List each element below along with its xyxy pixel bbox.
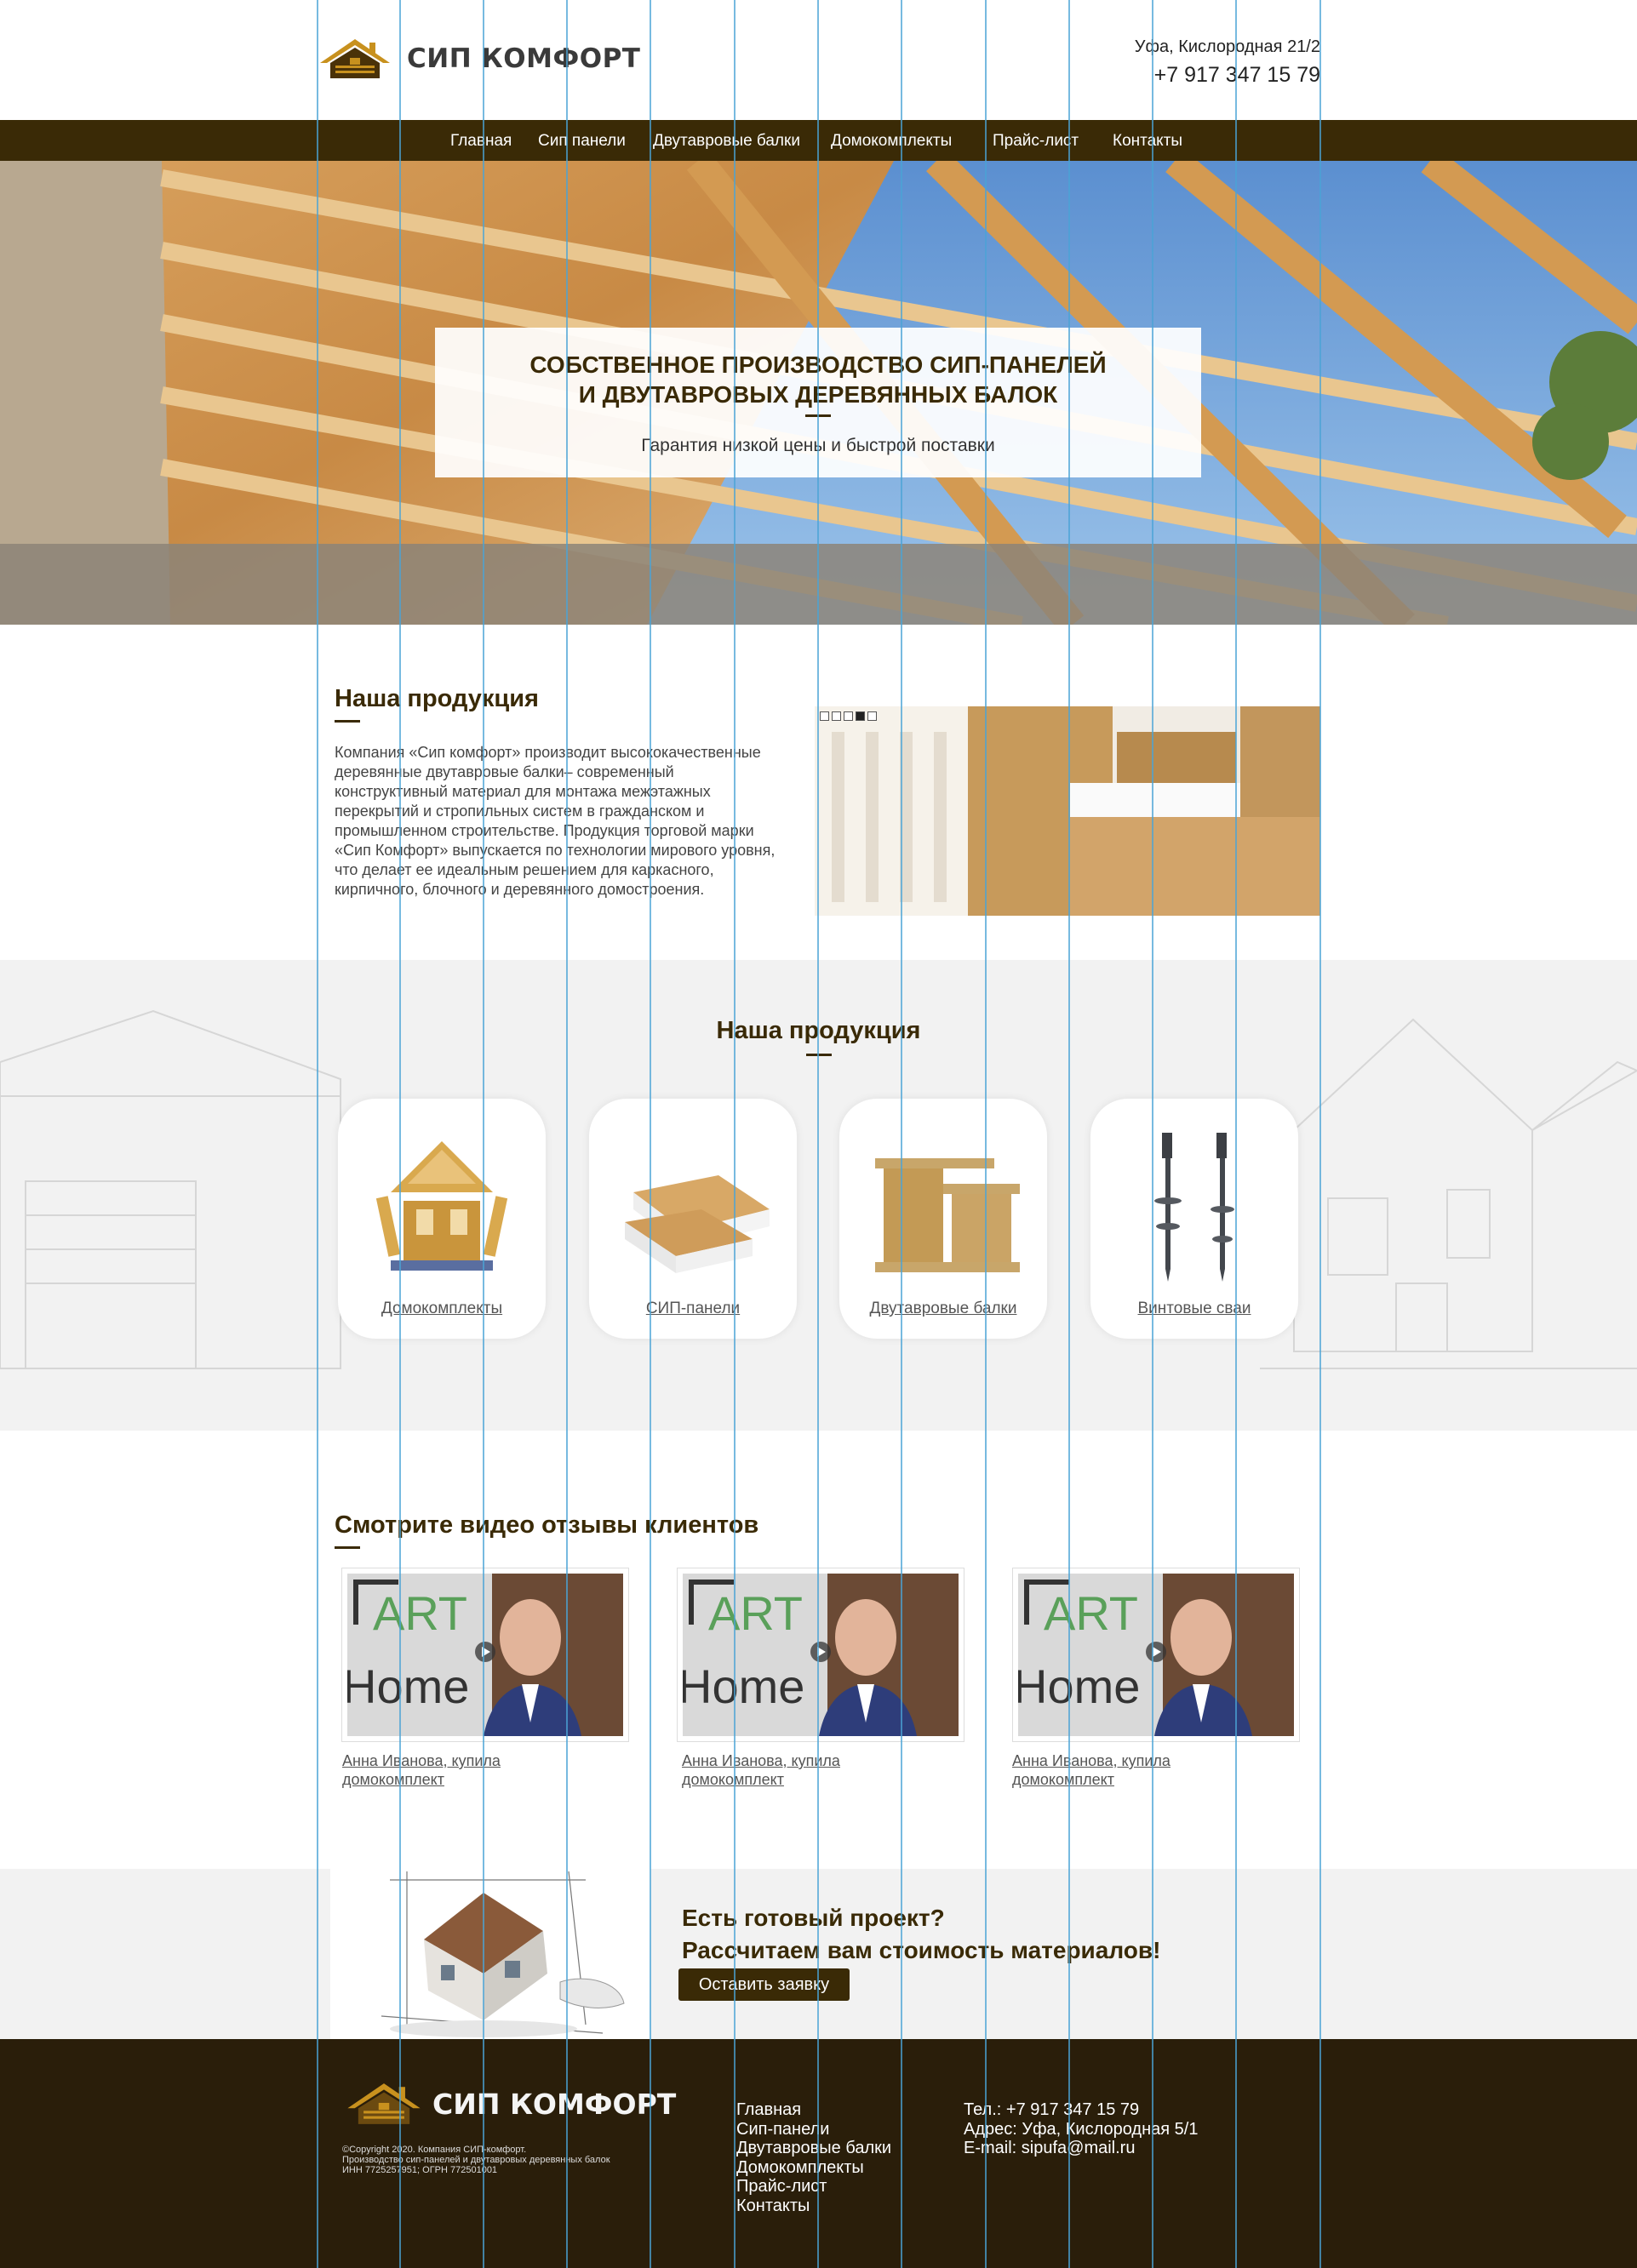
product-label[interactable]: Двутавровые балки — [839, 1300, 1047, 1318]
videos-title-divider — [335, 1546, 360, 1549]
about-slider[interactable] — [815, 706, 1320, 916]
hero-subtitle: Гарантия низкой цены и быстрой поставки — [641, 436, 995, 455]
slider-dots — [820, 711, 877, 721]
nav-item-home[interactable]: Главная — [450, 132, 512, 151]
products-section: Наша продукция Домокомплекты СИП-панели — [0, 960, 1637, 1431]
product-card-screw-piles[interactable]: Винтовые сваи — [1090, 1099, 1298, 1339]
video-brand-bottom: Home — [347, 1660, 470, 1713]
main-nav: Главная Сип панели Двутавровые балки Дом… — [0, 120, 1637, 161]
nav-item-house-kits[interactable]: Домокомплекты — [831, 132, 952, 151]
footer-link-price-list[interactable]: Прайс-лист — [736, 2177, 891, 2197]
house-kit-icon — [375, 1141, 508, 1271]
nav-item-i-beams[interactable]: Двутавровые балки — [653, 132, 800, 151]
video-frame: ART Home — [347, 1574, 623, 1736]
products-title-divider — [805, 1054, 832, 1056]
copyright-line: ©Copyright 2020. Компания СИП-комфорт. — [342, 2145, 527, 2155]
slider-dot[interactable] — [867, 711, 877, 721]
site-header: СИП КОМФОРТ Уфа, Кислородная 21/2 +7 917… — [0, 0, 1637, 120]
house-logo-icon — [320, 39, 390, 78]
slider-dot-active[interactable] — [856, 711, 865, 721]
video-thumbnail[interactable]: ART Home — [341, 1568, 629, 1742]
i-beams-icon — [875, 1158, 1020, 1272]
header-phone[interactable]: +7 917 347 15 79 — [1154, 63, 1320, 88]
about-title-text: Наша продукция — [335, 685, 539, 712]
about-text: Компания «Сип комфорт» производит высоко… — [335, 744, 776, 898]
product-label[interactable]: Винтовые сваи — [1090, 1300, 1298, 1318]
nav-item-price-list[interactable]: Прайс-лист — [993, 132, 1079, 151]
product-card-sip-panels[interactable]: СИП-панели — [589, 1099, 797, 1339]
site-footer: СИП КОМФОРТ ©Copyright 2020. Компания СИ… — [0, 2039, 1637, 2268]
slider-dot[interactable] — [832, 711, 841, 721]
footer-link-i-beams[interactable]: Двутавровые балки — [736, 2139, 891, 2158]
hero-text-box: СОБСТВЕННОЕ ПРОИЗВОДСТВО СИП-ПАНЕЛЕЙ И Д… — [435, 328, 1201, 477]
about-title-divider — [335, 720, 360, 723]
product-card-i-beams[interactable]: Двутавровые балки — [839, 1099, 1047, 1339]
videos-section-title: Смотрите видео отзывы клиентов — [335, 1511, 758, 1549]
logo[interactable]: СИП КОМФОРТ — [318, 37, 640, 80]
house-blueprint-illustration — [330, 1846, 650, 2059]
videos-title-text: Смотрите видео отзывы клиентов — [335, 1511, 759, 1539]
footer-logo[interactable]: СИП КОМФОРТ — [346, 2082, 676, 2126]
logo-text: СИП КОМФОРТ — [407, 43, 641, 74]
video-thumbnail[interactable]: ART Home — [1012, 1568, 1300, 1742]
footer-link-home[interactable]: Главная — [736, 2100, 891, 2120]
footer-address: Адрес: Уфа, Кислородная 5/1 — [964, 2119, 1199, 2139]
video-brand-top: ART — [1044, 1586, 1138, 1640]
hero-divider — [805, 414, 831, 417]
slider-dot[interactable] — [820, 711, 829, 721]
footer-link-contacts[interactable]: Контакты — [736, 2197, 891, 2216]
video-brand-bottom: Home — [683, 1660, 805, 1713]
cta-title-line-1: Есть готовый проект? — [682, 1905, 945, 1931]
video-brand-top: ART — [373, 1586, 467, 1640]
product-card-house-kits[interactable]: Домокомплекты — [338, 1099, 546, 1339]
hero-title-line-2: И ДВУТАВРОВЫХ ДЕРЕВЯННЫХ БАЛОК — [578, 381, 1058, 408]
video-frame: ART Home — [683, 1574, 959, 1736]
footer-link-house-kits[interactable]: Домокомплекты — [736, 2158, 891, 2178]
video-frame: ART Home — [1018, 1574, 1294, 1736]
video-caption[interactable]: Анна Иванова, купила домокомплект — [682, 1751, 886, 1789]
footer-logo-text: СИП КОМФОРТ — [432, 2087, 677, 2121]
footer-phone[interactable]: Тел.: +7 917 347 15 79 — [964, 2100, 1198, 2120]
products-section-title: Наша продукция — [0, 1017, 1637, 1056]
footer-contacts: Тел.: +7 917 347 15 79 Адрес: Уфа, Кисло… — [964, 2100, 1198, 2158]
product-label[interactable]: СИП-панели — [589, 1300, 797, 1318]
house-logo-icon — [347, 2083, 421, 2124]
sip-panels-photo — [815, 706, 1320, 916]
footer-email[interactable]: E-mail: sipufa@mail.ru — [964, 2139, 1198, 2158]
footer-menu: Главная Сип-панели Двутавровые балки Дом… — [736, 2100, 891, 2215]
header-address: Уфа, Кислородная 21/2 — [1134, 37, 1320, 56]
hero-title-line-1: СОБСТВЕННОЕ ПРОИЗВОДСТВО СИП-ПАНЕЛЕЙ — [529, 351, 1107, 378]
cta-image — [330, 1846, 650, 2059]
footer-link-sip-panels[interactable]: Сип-панели — [736, 2120, 891, 2139]
footer-copyright: ©Copyright 2020. Компания СИП-комфорт. П… — [342, 2145, 683, 2175]
product-label[interactable]: Домокомплекты — [338, 1300, 546, 1318]
hero-banner: СОБСТВЕННОЕ ПРОИЗВОДСТВО СИП-ПАНЕЛЕЙ И Д… — [0, 161, 1637, 625]
video-caption[interactable]: Анна Иванова, купила домокомплект — [342, 1751, 547, 1789]
video-brand-bottom: Home — [1018, 1660, 1141, 1713]
nav-item-contacts[interactable]: Контакты — [1113, 132, 1182, 151]
hero-title: СОБСТВЕННОЕ ПРОИЗВОДСТВО СИП-ПАНЕЛЕЙ И Д… — [435, 350, 1201, 409]
nav-item-sip-panels[interactable]: Сип панели — [538, 132, 626, 151]
slider-dot[interactable] — [844, 711, 853, 721]
screw-piles-icon — [1154, 1133, 1234, 1282]
video-brand-top: ART — [708, 1586, 803, 1640]
video-caption[interactable]: Анна Иванова, купила домокомплект — [1012, 1751, 1216, 1789]
copyright-line: ИНН 7725257951; ОГРН 772501001 — [342, 2165, 498, 2175]
products-title-text: Наша продукция — [716, 1017, 921, 1044]
cta-title: Есть готовый проект? Рассчитаем вам стои… — [682, 1902, 1160, 1967]
cta-title-line-2: Рассчитаем вам стоимость материалов! — [682, 1937, 1161, 1963]
sip-panels-icon — [625, 1175, 770, 1273]
copyright-line: Производство сип-панелей и двутавровых д… — [342, 2155, 610, 2165]
leave-request-button[interactable]: Оставить заявку — [678, 1968, 850, 2001]
about-section-title: Наша продукция — [335, 685, 539, 723]
video-thumbnail[interactable]: ART Home — [677, 1568, 964, 1742]
